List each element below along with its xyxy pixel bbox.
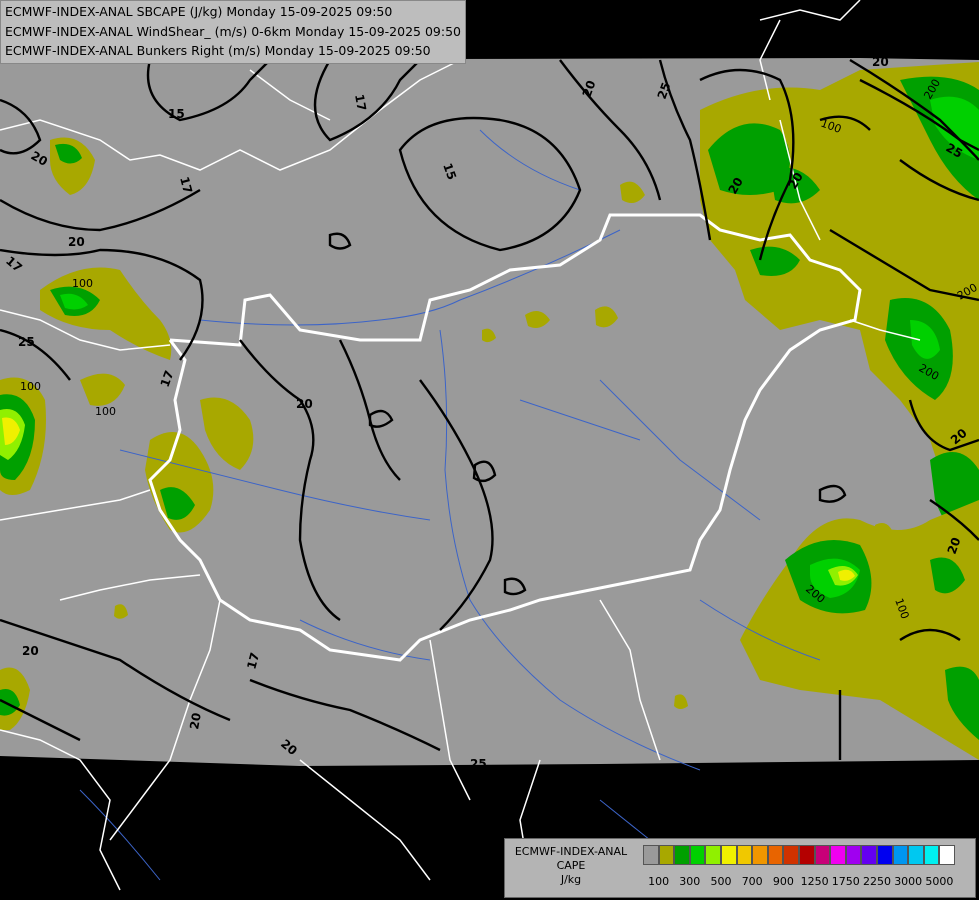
- contour-label: 20: [22, 644, 39, 658]
- header-line-windshear: ECMWF-INDEX-ANAL WindShear_ (m/s) 0-6km …: [5, 23, 461, 39]
- legend-swatch: [876, 845, 893, 865]
- legend-swatch: [705, 845, 721, 865]
- legend-tick-label: 900: [772, 875, 794, 888]
- legend-title: ECMWF-INDEX-ANAL CAPE J/kg: [509, 845, 633, 887]
- legend-swatch: [798, 845, 815, 865]
- legend-swatch: [923, 845, 940, 865]
- legend-title-model: ECMWF-INDEX-ANAL: [514, 845, 628, 858]
- legend-title-field: CAPE: [556, 859, 586, 872]
- contour-label: 20: [296, 397, 313, 411]
- legend-swatch: [892, 845, 909, 865]
- legend-tick-label: 300: [679, 875, 701, 888]
- legend-tick-label: 700: [741, 875, 763, 888]
- legend-swatch: [674, 845, 690, 865]
- legend-swatch: [939, 845, 955, 865]
- legend-swatch: [643, 845, 659, 865]
- legend-swatch: [720, 845, 737, 865]
- legend-ticks: 100 300 500 700 900 1250 1750 2250 3000 5000: [643, 875, 971, 889]
- contour-label: 17: [352, 93, 369, 112]
- cape-legend: ECMWF-INDEX-ANAL CAPE J/kg 100 300 500 700 9…: [504, 838, 976, 898]
- header-line-bunkers: ECMWF-INDEX-ANAL Bunkers Right (m/s) Mon…: [5, 43, 431, 58]
- legend-swatch: [658, 845, 675, 865]
- map-header: ECMWF-INDEX-ANAL SBCAPE (J/kg) Monday 15…: [0, 0, 466, 64]
- legend-swatch: [814, 845, 831, 865]
- header-line-sbcape: ECMWF-INDEX-ANAL SBCAPE (J/kg) Monday 15…: [5, 4, 393, 19]
- legend-tick-label: 500: [710, 875, 732, 888]
- legend-tick-label: 1250: [800, 875, 829, 888]
- contour-label: 20: [187, 712, 204, 731]
- legend-swatch: [845, 845, 862, 865]
- legend-swatches: [643, 845, 955, 865]
- contour-label: 15: [168, 107, 185, 121]
- legend-swatch: [830, 845, 846, 865]
- contour-label: 20: [872, 55, 889, 69]
- legend-swatch: [689, 845, 706, 865]
- legend-swatch: [736, 845, 753, 865]
- legend-swatch: [752, 845, 768, 865]
- contour-label: 100: [95, 405, 116, 418]
- legend-tick-label: 2250: [863, 875, 891, 888]
- legend-tick-label: 5000: [925, 875, 954, 888]
- contour-label: 25: [470, 757, 487, 771]
- legend-swatch: [783, 845, 799, 865]
- contour-label: 100: [72, 277, 93, 290]
- legend-tick-label: 3000: [894, 875, 923, 888]
- legend-swatch: [908, 845, 924, 865]
- contour-label: 100: [20, 380, 41, 393]
- contour-label: 25: [18, 335, 35, 349]
- legend-swatch: [767, 845, 784, 865]
- legend-tick-label: 100: [648, 875, 670, 888]
- contour-label: 20: [68, 235, 85, 249]
- legend-tick-label: 1750: [831, 875, 860, 888]
- legend-title-units: J/kg: [560, 873, 582, 886]
- weather-map: 15 15 17 17 17 17 17 20 20 20 20 20 20 2…: [0, 0, 979, 900]
- legend-swatch: [861, 845, 877, 865]
